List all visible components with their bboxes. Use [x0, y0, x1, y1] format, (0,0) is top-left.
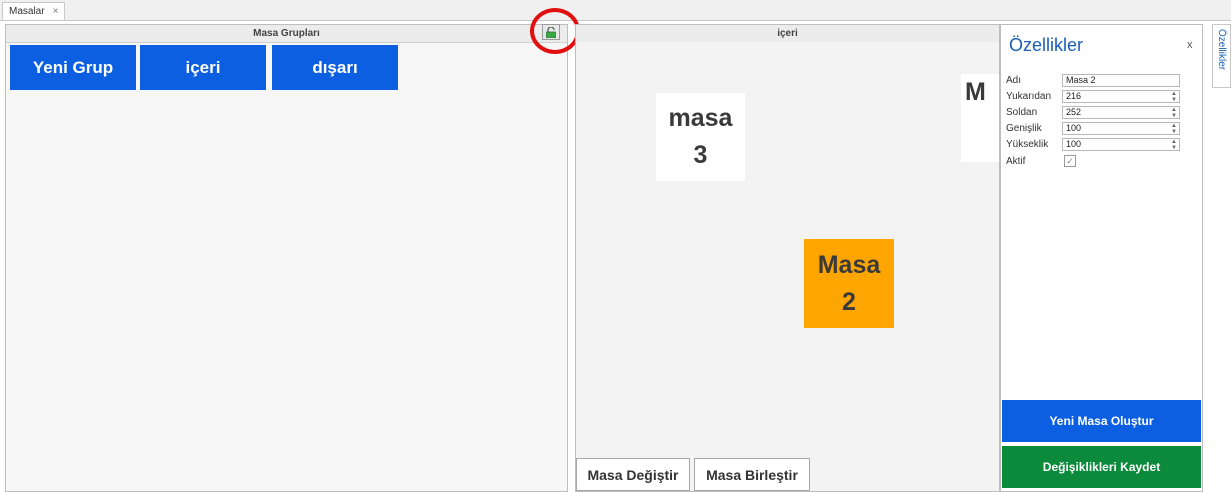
prop-row-left: Soldan 252 ▲ ▼ [1006, 105, 1196, 119]
spinner-arrows-icon[interactable]: ▲ ▼ [1171, 139, 1177, 151]
document-tabstrip: Masalar × [0, 0, 1231, 21]
left-spinner[interactable]: 252 ▲ ▼ [1062, 105, 1180, 119]
table-name: M [965, 78, 986, 106]
prop-label: Yükseklik [1006, 138, 1049, 150]
prop-row-width: Genişlik 100 ▲ ▼ [1006, 121, 1196, 135]
table-tile[interactable]: masa 3 [656, 93, 745, 181]
side-tab-label: Özellikler [1216, 29, 1227, 71]
prop-row-active: Aktif ✓ [1006, 154, 1196, 168]
prop-row-height: Yükseklik 100 ▲ ▼ [1006, 137, 1196, 151]
height-spinner[interactable]: 100 ▲ ▼ [1062, 137, 1180, 151]
table-tile-selected[interactable]: Masa 2 [804, 239, 894, 328]
create-table-button[interactable]: Yeni Masa Oluştur [1002, 400, 1201, 442]
prop-label: Yukarıdan [1006, 90, 1052, 102]
table-number: 2 [842, 287, 856, 316]
room-panel: içeri masa 3 Masa 2 M Masa Değiştir Masa… [575, 24, 1000, 492]
table-name: Masa [817, 250, 881, 279]
merge-tables-button[interactable]: Masa Birleştir [694, 458, 810, 491]
prop-row-name: Adı Masa 2 [1006, 73, 1196, 87]
name-input[interactable]: Masa 2 [1062, 73, 1180, 87]
prop-label: Genişlik [1006, 122, 1042, 134]
new-group-button[interactable]: Yeni Grup [10, 45, 136, 90]
save-changes-button[interactable]: Değişiklikleri Kaydet [1002, 446, 1201, 488]
tab-masalar[interactable]: Masalar × [2, 2, 66, 20]
room-panel-header: içeri [576, 25, 999, 43]
width-spinner[interactable]: 100 ▲ ▼ [1062, 121, 1180, 135]
left-value: 252 [1066, 106, 1082, 117]
groups-panel-header: Masa Grupları [6, 25, 567, 43]
spinner-arrows-icon[interactable]: ▲ ▼ [1171, 123, 1177, 135]
prop-label: Aktif [1006, 155, 1026, 167]
close-icon[interactable]: x [1187, 39, 1193, 51]
top-value: 216 [1066, 90, 1082, 101]
highlight-circle [530, 8, 580, 54]
close-icon[interactable]: × [53, 6, 59, 17]
group-iceri-button[interactable]: içeri [140, 45, 266, 90]
group-disari-button[interactable]: dışarı [272, 45, 398, 90]
table-groups-panel: Masa Grupları Yeni Grup içeri dışarı [5, 24, 568, 492]
width-value: 100 [1066, 122, 1082, 133]
height-value: 100 [1066, 138, 1082, 149]
change-table-button[interactable]: Masa Değiştir [576, 458, 690, 491]
spinner-arrows-icon[interactable]: ▲ ▼ [1171, 107, 1177, 119]
top-spinner[interactable]: 216 ▲ ▼ [1062, 89, 1180, 103]
properties-side-tab[interactable]: Özellikler [1212, 24, 1231, 88]
table-tile-partial[interactable]: M [961, 74, 999, 162]
spinner-arrows-icon[interactable]: ▲ ▼ [1171, 91, 1177, 103]
prop-label: Soldan [1006, 106, 1038, 118]
table-canvas: masa 3 Masa 2 M [576, 42, 999, 452]
tab-label: Masalar [9, 6, 45, 17]
prop-row-top: Yukarıdan 216 ▲ ▼ [1006, 89, 1196, 103]
table-name: masa [668, 104, 733, 132]
prop-label: Adı [1006, 74, 1022, 86]
properties-title: Özellikler [1009, 35, 1084, 55]
table-number: 3 [693, 141, 708, 169]
properties-pane: Özellikler x Adı Masa 2 Yukarıdan 216 ▲ ▼ … [1000, 24, 1203, 492]
active-checkbox[interactable]: ✓ [1064, 155, 1076, 167]
